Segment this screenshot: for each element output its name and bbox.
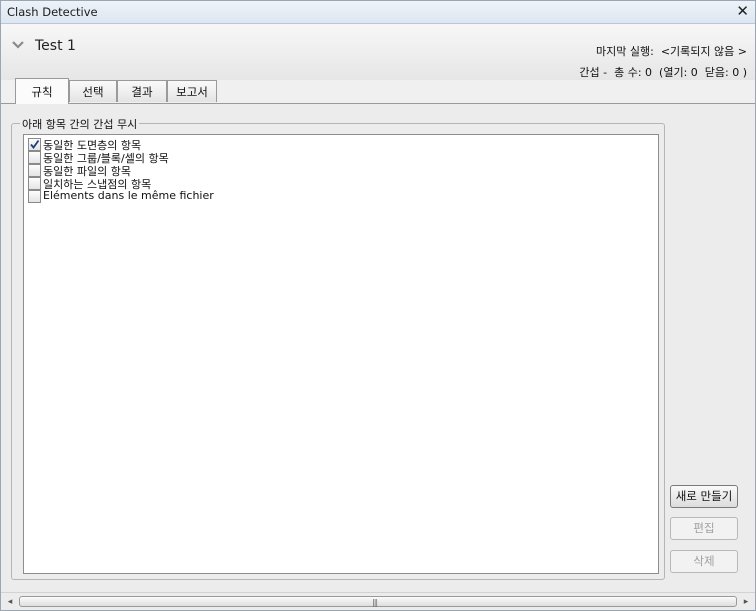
chevron-down-icon[interactable] xyxy=(11,38,25,52)
grip-icon: ||| xyxy=(372,598,378,607)
rules-panel: 아래 항목 간의 간섭 무시 동일한 도면층의 항목 동일한 그룹/블록/셀의 … xyxy=(1,104,755,592)
delete-rule-button[interactable]: 삭제 xyxy=(670,550,738,573)
last-run-status: 마지막 실행: <기록되지 않음 > xyxy=(596,45,747,58)
tab-results[interactable]: 결과 xyxy=(117,80,167,102)
clash-detective-window: Clash Detective ✕ Test 1 마지막 실행: <기록되지 않… xyxy=(0,0,756,611)
scroll-thumb[interactable]: ||| xyxy=(19,596,737,607)
close-icon[interactable]: ✕ xyxy=(736,2,749,20)
title-bar: Clash Detective ✕ xyxy=(1,1,755,24)
ignore-rules-list: 동일한 도면층의 항목 동일한 그룹/블록/셀의 항목 동일한 파일의 항목 일… xyxy=(23,134,659,574)
tab-report[interactable]: 보고서 xyxy=(167,80,217,102)
test-header: Test 1 마지막 실행: <기록되지 않음 > 간섭 - 총 수: 0 (열… xyxy=(1,24,755,80)
edit-rule-button[interactable]: 편집 xyxy=(670,517,738,540)
tab-select[interactable]: 선택 xyxy=(69,80,117,102)
scroll-left-icon[interactable]: ◂ xyxy=(3,596,17,608)
rule-checkbox[interactable] xyxy=(28,138,41,151)
ignore-clashes-group: 아래 항목 간의 간섭 무시 동일한 도면층의 항목 동일한 그룹/블록/셀의 … xyxy=(11,116,665,580)
window-title: Clash Detective xyxy=(7,5,98,19)
tab-rules[interactable]: 규칙 xyxy=(15,78,69,104)
test-name: Test 1 xyxy=(35,38,76,54)
group-legend: 아래 항목 간의 간섭 무시 xyxy=(20,116,140,132)
rule-label: Eléments dans le même fichier xyxy=(43,189,214,202)
scroll-right-icon[interactable]: ▸ xyxy=(739,596,753,608)
horizontal-scrollbar[interactable]: ◂ ||| ▸ xyxy=(1,592,755,610)
check-icon xyxy=(30,139,40,149)
rule-checkbox[interactable] xyxy=(28,190,41,203)
new-rule-button[interactable]: 새로 만들기 xyxy=(670,485,738,508)
rule-checkbox[interactable] xyxy=(28,177,41,190)
rule-checkbox[interactable] xyxy=(28,151,41,164)
clash-count-summary: 간섭 - 총 수: 0 (열기: 0 닫음: 0 ) xyxy=(579,66,747,79)
rule-checkbox[interactable] xyxy=(28,164,41,177)
